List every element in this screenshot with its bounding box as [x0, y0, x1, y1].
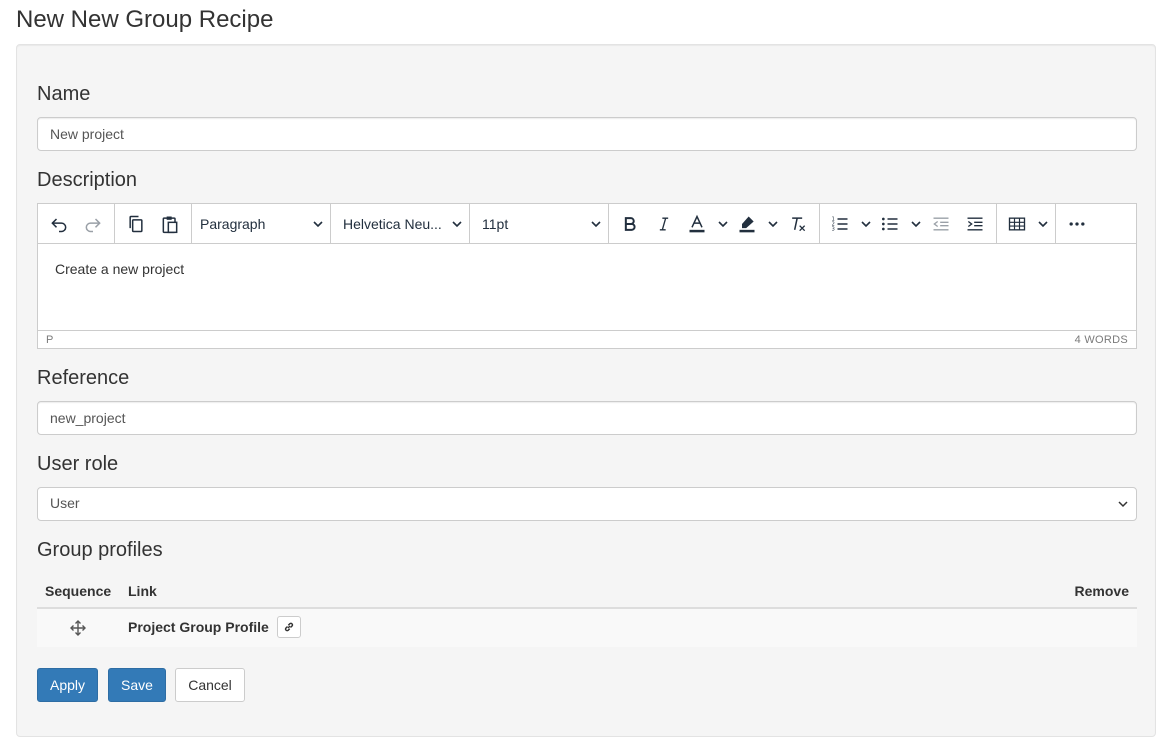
editor-statusbar: P 4 WORDS	[38, 330, 1136, 348]
indent-icon	[967, 217, 983, 230]
table-button[interactable]	[1001, 209, 1051, 239]
indent-button[interactable]	[958, 209, 992, 239]
numbered-list-button[interactable]: 123	[824, 209, 874, 239]
font-family-dropdown[interactable]: Helvetica Neu...	[331, 209, 469, 239]
font-size-dropdown[interactable]: 11pt	[470, 209, 608, 239]
group-profiles-label: Group profiles	[37, 539, 163, 561]
chevron-down-icon	[1118, 501, 1128, 508]
table-row: Project Group Profile	[37, 609, 1137, 647]
word-count[interactable]: 4 WORDS	[1075, 334, 1128, 346]
formatting-group	[609, 204, 820, 243]
text-color-icon	[689, 214, 705, 232]
history-group	[38, 204, 115, 243]
group-profiles-table: Sequence Link Remove Project Group Profi…	[37, 575, 1137, 647]
font-size-value: 11pt	[482, 215, 509, 232]
copy-icon	[129, 215, 143, 232]
bold-icon	[624, 216, 636, 231]
svg-text:3: 3	[832, 226, 835, 232]
chevron-down-icon	[861, 220, 871, 227]
bullet-list-button[interactable]	[874, 209, 924, 239]
block-format-group: Paragraph	[192, 204, 331, 243]
chevron-down-icon	[452, 220, 462, 227]
description-editor: Paragraph Helvetica Neu... 11pt 1 2 3 Cr…	[37, 203, 1137, 349]
table-header: Sequence Link Remove	[37, 575, 1137, 609]
element-path[interactable]: P	[46, 334, 53, 346]
undo-button[interactable]	[42, 209, 76, 239]
editor-content[interactable]: Create a new project	[55, 261, 184, 277]
highlight-color-icon	[739, 216, 755, 232]
editor-toolbar: Paragraph Helvetica Neu... 11pt 1 2 3	[38, 204, 1136, 244]
name-input[interactable]	[37, 117, 1137, 151]
page-title: New New Group Recipe	[16, 6, 274, 33]
italic-icon	[659, 217, 669, 230]
undo-icon	[51, 217, 67, 232]
table-icon	[1008, 217, 1026, 230]
clear-formatting-button[interactable]	[781, 209, 815, 239]
link-icon	[284, 622, 294, 632]
more-group	[1056, 204, 1098, 243]
copy-button[interactable]	[119, 209, 153, 239]
font-family-group: Helvetica Neu...	[331, 204, 470, 243]
numbered-list-icon: 123	[832, 216, 848, 232]
block-format-dropdown[interactable]: Paragraph	[192, 209, 330, 239]
more-icon	[1069, 221, 1085, 226]
user-role-label: User role	[37, 453, 119, 475]
chevron-down-icon	[911, 220, 921, 227]
chevron-down-icon	[313, 220, 323, 227]
font-family-value: Helvetica Neu...	[343, 215, 442, 232]
chevron-down-icon	[718, 220, 728, 227]
chevron-down-icon	[591, 220, 601, 227]
outdent-button[interactable]	[924, 209, 958, 239]
form-panel: Name Description	[16, 44, 1156, 737]
description-label: Description	[37, 169, 138, 191]
open-link-button[interactable]	[277, 616, 301, 638]
save-button[interactable]: Save	[108, 668, 166, 702]
move-icon[interactable]	[70, 620, 86, 636]
paste-button[interactable]	[153, 209, 187, 239]
cancel-button[interactable]: Cancel	[175, 668, 245, 702]
chevron-down-icon	[1038, 220, 1048, 227]
font-size-group: 11pt	[470, 204, 609, 243]
clipboard-group	[115, 204, 192, 243]
sequence-header: Sequence	[45, 583, 112, 599]
name-label: Name	[37, 83, 91, 105]
redo-button[interactable]	[76, 209, 110, 239]
profile-link-text: Project Group Profile	[128, 619, 269, 635]
redo-icon	[85, 217, 101, 232]
block-format-value: Paragraph	[200, 215, 266, 232]
highlight-color-button[interactable]	[731, 209, 781, 239]
outdent-icon	[933, 217, 949, 230]
table-group	[997, 204, 1056, 243]
more-button[interactable]	[1060, 209, 1094, 239]
user-role-value: User	[50, 495, 80, 511]
apply-button[interactable]: Apply	[37, 668, 98, 702]
user-role-select[interactable]: User	[37, 487, 1137, 521]
bold-button[interactable]	[613, 209, 647, 239]
bullet-list-icon	[882, 217, 898, 230]
paste-icon	[162, 216, 178, 233]
list-group: 123	[820, 204, 997, 243]
link-header: Link	[128, 583, 157, 599]
italic-button[interactable]	[647, 209, 681, 239]
reference-input[interactable]	[37, 401, 1137, 435]
reference-label: Reference	[37, 367, 130, 389]
text-color-button[interactable]	[681, 209, 731, 239]
chevron-down-icon	[768, 220, 778, 227]
remove-header: Remove	[1074, 583, 1129, 599]
clear-formatting-icon	[792, 216, 806, 231]
